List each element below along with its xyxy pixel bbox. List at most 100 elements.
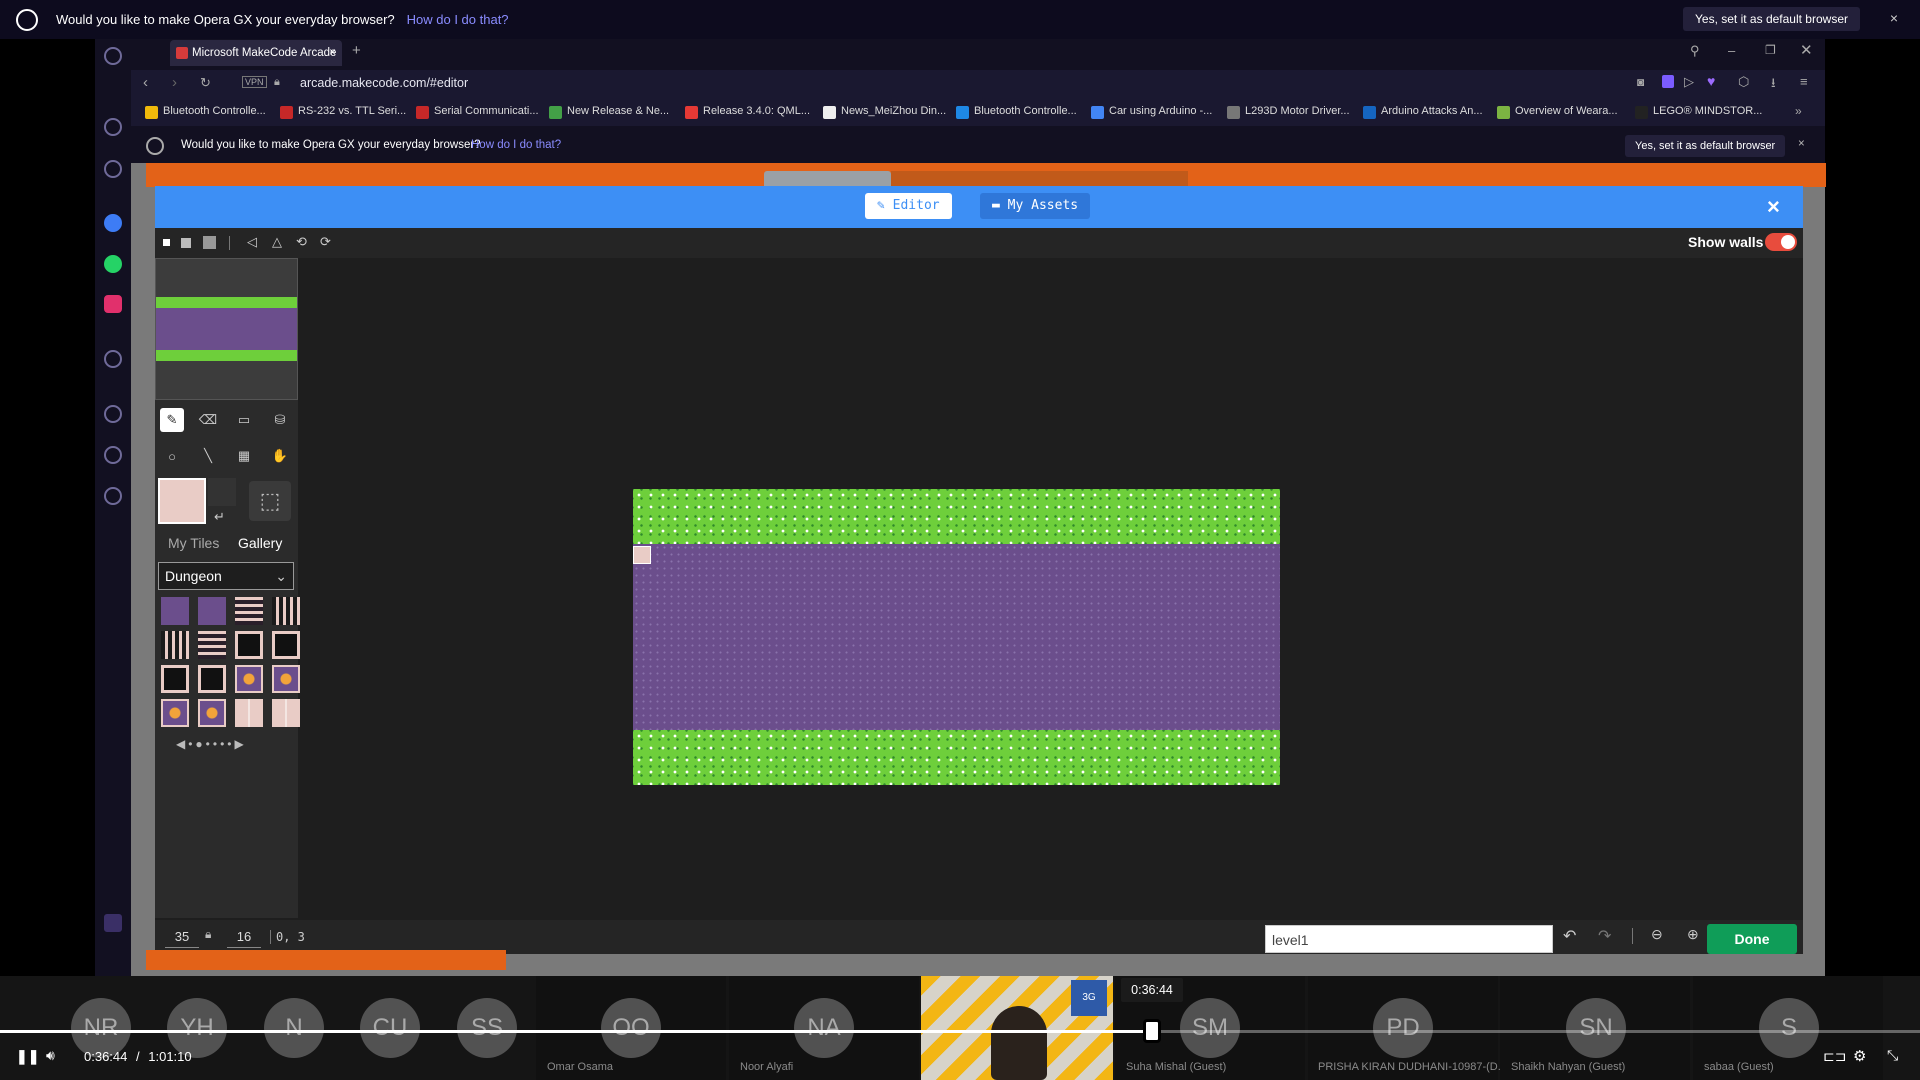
brush-medium-icon[interactable] <box>181 238 191 248</box>
gallery-tile[interactable] <box>235 699 263 727</box>
selected-tile-swatch[interactable] <box>158 478 206 524</box>
tab-makecode[interactable]: Microsoft MakeCode Arcade × <box>170 40 342 66</box>
banner-help-link[interactable]: How do I do that? <box>407 12 509 27</box>
bookmark-item[interactable]: Serial Communicati... <box>416 105 539 119</box>
pause-icon[interactable]: ❚❚ <box>16 1048 39 1065</box>
header-tab[interactable] <box>764 171 891 187</box>
vpn-badge[interactable]: VPN <box>242 76 267 88</box>
messenger-icon[interactable] <box>104 214 122 232</box>
bookmark-item[interactable]: Overview of Weara... <box>1497 105 1618 119</box>
settings-gear-icon[interactable]: ⚙ <box>1853 1047 1866 1065</box>
restore-icon[interactable]: ❐ <box>1765 43 1776 57</box>
menu-icon[interactable]: ≡ <box>1800 74 1808 89</box>
player-icon[interactable] <box>104 350 122 368</box>
gallery-tile[interactable] <box>161 699 189 727</box>
speed-dial-icon[interactable] <box>104 118 122 136</box>
gallery-tile[interactable] <box>198 597 226 625</box>
gallery-tile[interactable] <box>161 631 189 659</box>
gallery-tile[interactable] <box>198 699 226 727</box>
snapshot-icon[interactable]: ◙ <box>1637 75 1644 89</box>
bookmark-item[interactable]: Bluetooth Controlle... <box>145 105 266 119</box>
exit-fullscreen-icon[interactable]: ⤡ <box>1887 1047 1898 1064</box>
download-icon[interactable]: ⭳ <box>1771 74 1776 96</box>
back-icon[interactable]: ‹ <box>143 74 148 91</box>
tile-pager[interactable]: ◀•●••••▶ <box>176 737 247 751</box>
level-name-input[interactable]: level1 <box>1265 925 1553 953</box>
gallery-tile[interactable] <box>198 665 226 693</box>
search-icon[interactable]: ⚲ <box>1690 43 1700 59</box>
bookmark-item[interactable]: Arduino Attacks An... <box>1363 105 1483 119</box>
shield-icon[interactable] <box>1662 75 1674 88</box>
height-input[interactable]: 16 <box>227 926 261 948</box>
whatsapp-icon[interactable] <box>104 255 122 273</box>
settings-icon[interactable] <box>104 487 122 505</box>
bookmark-item[interactable]: LEGO® MINDSTOR... <box>1635 105 1762 119</box>
done-button[interactable]: Done <box>1707 924 1797 954</box>
bookmarks-more-icon[interactable]: » <box>1795 104 1802 118</box>
bookmark-item[interactable]: Car using Arduino -... <box>1091 105 1212 119</box>
opera-menu-icon[interactable] <box>104 47 122 65</box>
lock-ratio-icon[interactable]: 🔒︎ <box>205 927 211 942</box>
rotate-cw-icon[interactable]: ⟳ <box>320 234 331 250</box>
gallery-tile[interactable] <box>272 631 300 659</box>
show-walls-toggle[interactable] <box>1765 233 1797 251</box>
editor-close-icon[interactable]: × <box>1767 194 1780 220</box>
pencil-tool-icon[interactable]: ✎ <box>160 408 184 432</box>
inner-set-default-button[interactable]: Yes, set it as default browser <box>1625 135 1786 157</box>
redo-icon[interactable]: ↷ <box>1598 926 1611 946</box>
width-input[interactable]: 35 <box>165 926 199 948</box>
play-icon[interactable]: ▷ <box>1684 74 1694 90</box>
brush-large-icon[interactable] <box>203 236 216 249</box>
gx-corner-icon[interactable] <box>104 914 122 932</box>
gallery-tile[interactable] <box>235 665 263 693</box>
captions-icon[interactable]: ⊏⊐ <box>1823 1048 1846 1065</box>
eraser-tool-icon[interactable]: ⌫ <box>196 408 220 432</box>
zoom-out-icon[interactable]: ⊖ <box>1651 926 1663 943</box>
swap-tiles-icon[interactable]: ↵ <box>214 509 225 525</box>
bookmark-item[interactable]: Release 3.4.0: QML... <box>685 105 810 119</box>
rectangle-tool-icon[interactable]: ▭ <box>232 408 256 432</box>
inner-banner-close-icon[interactable]: × <box>1798 138 1805 150</box>
rotate-ccw-icon[interactable]: ⟲ <box>296 234 307 250</box>
brush-small-icon[interactable] <box>163 239 170 246</box>
wall-tool-icon[interactable]: ▦ <box>232 444 256 468</box>
gallery-tile[interactable] <box>161 597 189 625</box>
flip-vertical-icon[interactable]: △ <box>272 234 282 250</box>
bookmark-item[interactable]: Bluetooth Controlle... <box>956 105 1077 119</box>
my-assets-tab[interactable]: ▬ My Assets <box>980 193 1091 219</box>
tile-category-select[interactable]: Dungeon ⌄ <box>158 562 294 590</box>
undo-icon[interactable]: ↶ <box>1563 926 1576 946</box>
set-default-browser-button[interactable]: Yes, set it as default browser <box>1683 7 1860 31</box>
bookmark-item[interactable]: L293D Motor Driver... <box>1227 105 1350 119</box>
pan-tool-icon[interactable]: ✋ <box>268 444 292 468</box>
new-tab-button[interactable]: + <box>352 42 361 59</box>
volume-icon[interactable]: 🔊︎ <box>46 1047 55 1064</box>
tile-editor-icon[interactable]: ⬚ <box>249 481 291 521</box>
gallery-tab[interactable]: Gallery <box>238 535 282 551</box>
forward-icon[interactable]: › <box>172 74 177 91</box>
gallery-tile[interactable] <box>161 665 189 693</box>
window-close-icon[interactable]: ✕ <box>1800 41 1813 59</box>
gallery-tile[interactable] <box>235 631 263 659</box>
gallery-tile[interactable] <box>198 631 226 659</box>
reload-icon[interactable]: ↻ <box>200 75 211 91</box>
minimize-icon[interactable]: – <box>1728 43 1735 58</box>
gallery-tile[interactable] <box>272 665 300 693</box>
extensions-icon[interactable] <box>104 446 122 464</box>
gallery-tile[interactable] <box>272 699 300 727</box>
zoom-in-icon[interactable]: ⊕ <box>1687 926 1699 943</box>
line-tool-icon[interactable]: ╲ <box>196 444 220 468</box>
bag-icon[interactable] <box>104 160 122 178</box>
flip-horizontal-icon[interactable]: ◁ <box>247 234 257 250</box>
circle-tool-icon[interactable]: ○ <box>160 444 184 468</box>
history-icon[interactable] <box>104 405 122 423</box>
tilemap-minimap[interactable] <box>155 258 298 400</box>
bookmark-item[interactable]: RS-232 vs. TTL Seri... <box>280 105 406 119</box>
cube-icon[interactable]: ⬡ <box>1738 74 1749 90</box>
tilemap-canvas[interactable] <box>633 489 1280 785</box>
my-tiles-tab[interactable]: My Tiles <box>168 535 219 551</box>
inner-banner-link[interactable]: How do I do that? <box>471 139 561 151</box>
header-search[interactable] <box>891 171 1188 187</box>
secondary-tile-swatch[interactable] <box>208 478 236 506</box>
heart-icon[interactable]: ♥ <box>1707 73 1715 89</box>
